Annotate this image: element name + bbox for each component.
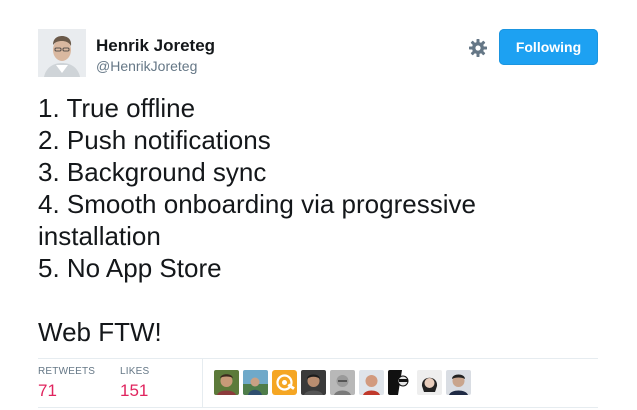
- likes-label: LIKES: [120, 366, 150, 377]
- tweet-line: 5. No App Store: [38, 253, 222, 283]
- tweet-line: 2. Push notifications: [38, 125, 271, 155]
- liker-avatar[interactable]: [214, 370, 239, 395]
- tweet-header: Henrik Joreteg @HenrikJoreteg Following: [38, 29, 598, 77]
- liker-avatar[interactable]: [359, 370, 384, 395]
- tweet-line: 4. Smooth onboarding via progressive: [38, 189, 476, 219]
- author-avatar[interactable]: [38, 29, 86, 77]
- following-button[interactable]: Following: [499, 29, 598, 65]
- likes-count: 151: [120, 381, 149, 400]
- retweets-stat[interactable]: RETWEETS 71: [38, 366, 95, 402]
- tweet-line: 3. Background sync: [38, 157, 267, 187]
- liker-avatar[interactable]: [417, 370, 442, 395]
- likes-stat[interactable]: LIKES 151: [120, 366, 149, 402]
- tweet-line: Web FTW!: [38, 317, 162, 347]
- gear-icon[interactable]: [468, 38, 488, 58]
- liker-avatar[interactable]: [243, 370, 268, 395]
- stats-divider: [202, 359, 203, 407]
- liker-avatar[interactable]: [330, 370, 355, 395]
- liker-avatar[interactable]: [272, 370, 297, 395]
- retweets-count: 71: [38, 381, 57, 400]
- author-handle[interactable]: @HenrikJoreteg: [96, 57, 215, 75]
- tweet-line: 1. True offline: [38, 93, 196, 123]
- tweet-line: installation: [38, 221, 161, 251]
- author-name[interactable]: Henrik Joreteg: [96, 35, 215, 57]
- tweet-text: 1. True offline 2. Push notifications 3.…: [38, 92, 598, 348]
- tweet-card: Henrik Joreteg @HenrikJoreteg Following …: [0, 0, 637, 410]
- tweet-stats: RETWEETS 71 LIKES 151: [38, 358, 598, 408]
- liker-avatar[interactable]: [388, 370, 413, 395]
- author-names[interactable]: Henrik Joreteg @HenrikJoreteg: [96, 35, 215, 75]
- liker-avatar[interactable]: [301, 370, 326, 395]
- liker-avatar[interactable]: [446, 370, 471, 395]
- retweets-label: RETWEETS: [38, 366, 96, 377]
